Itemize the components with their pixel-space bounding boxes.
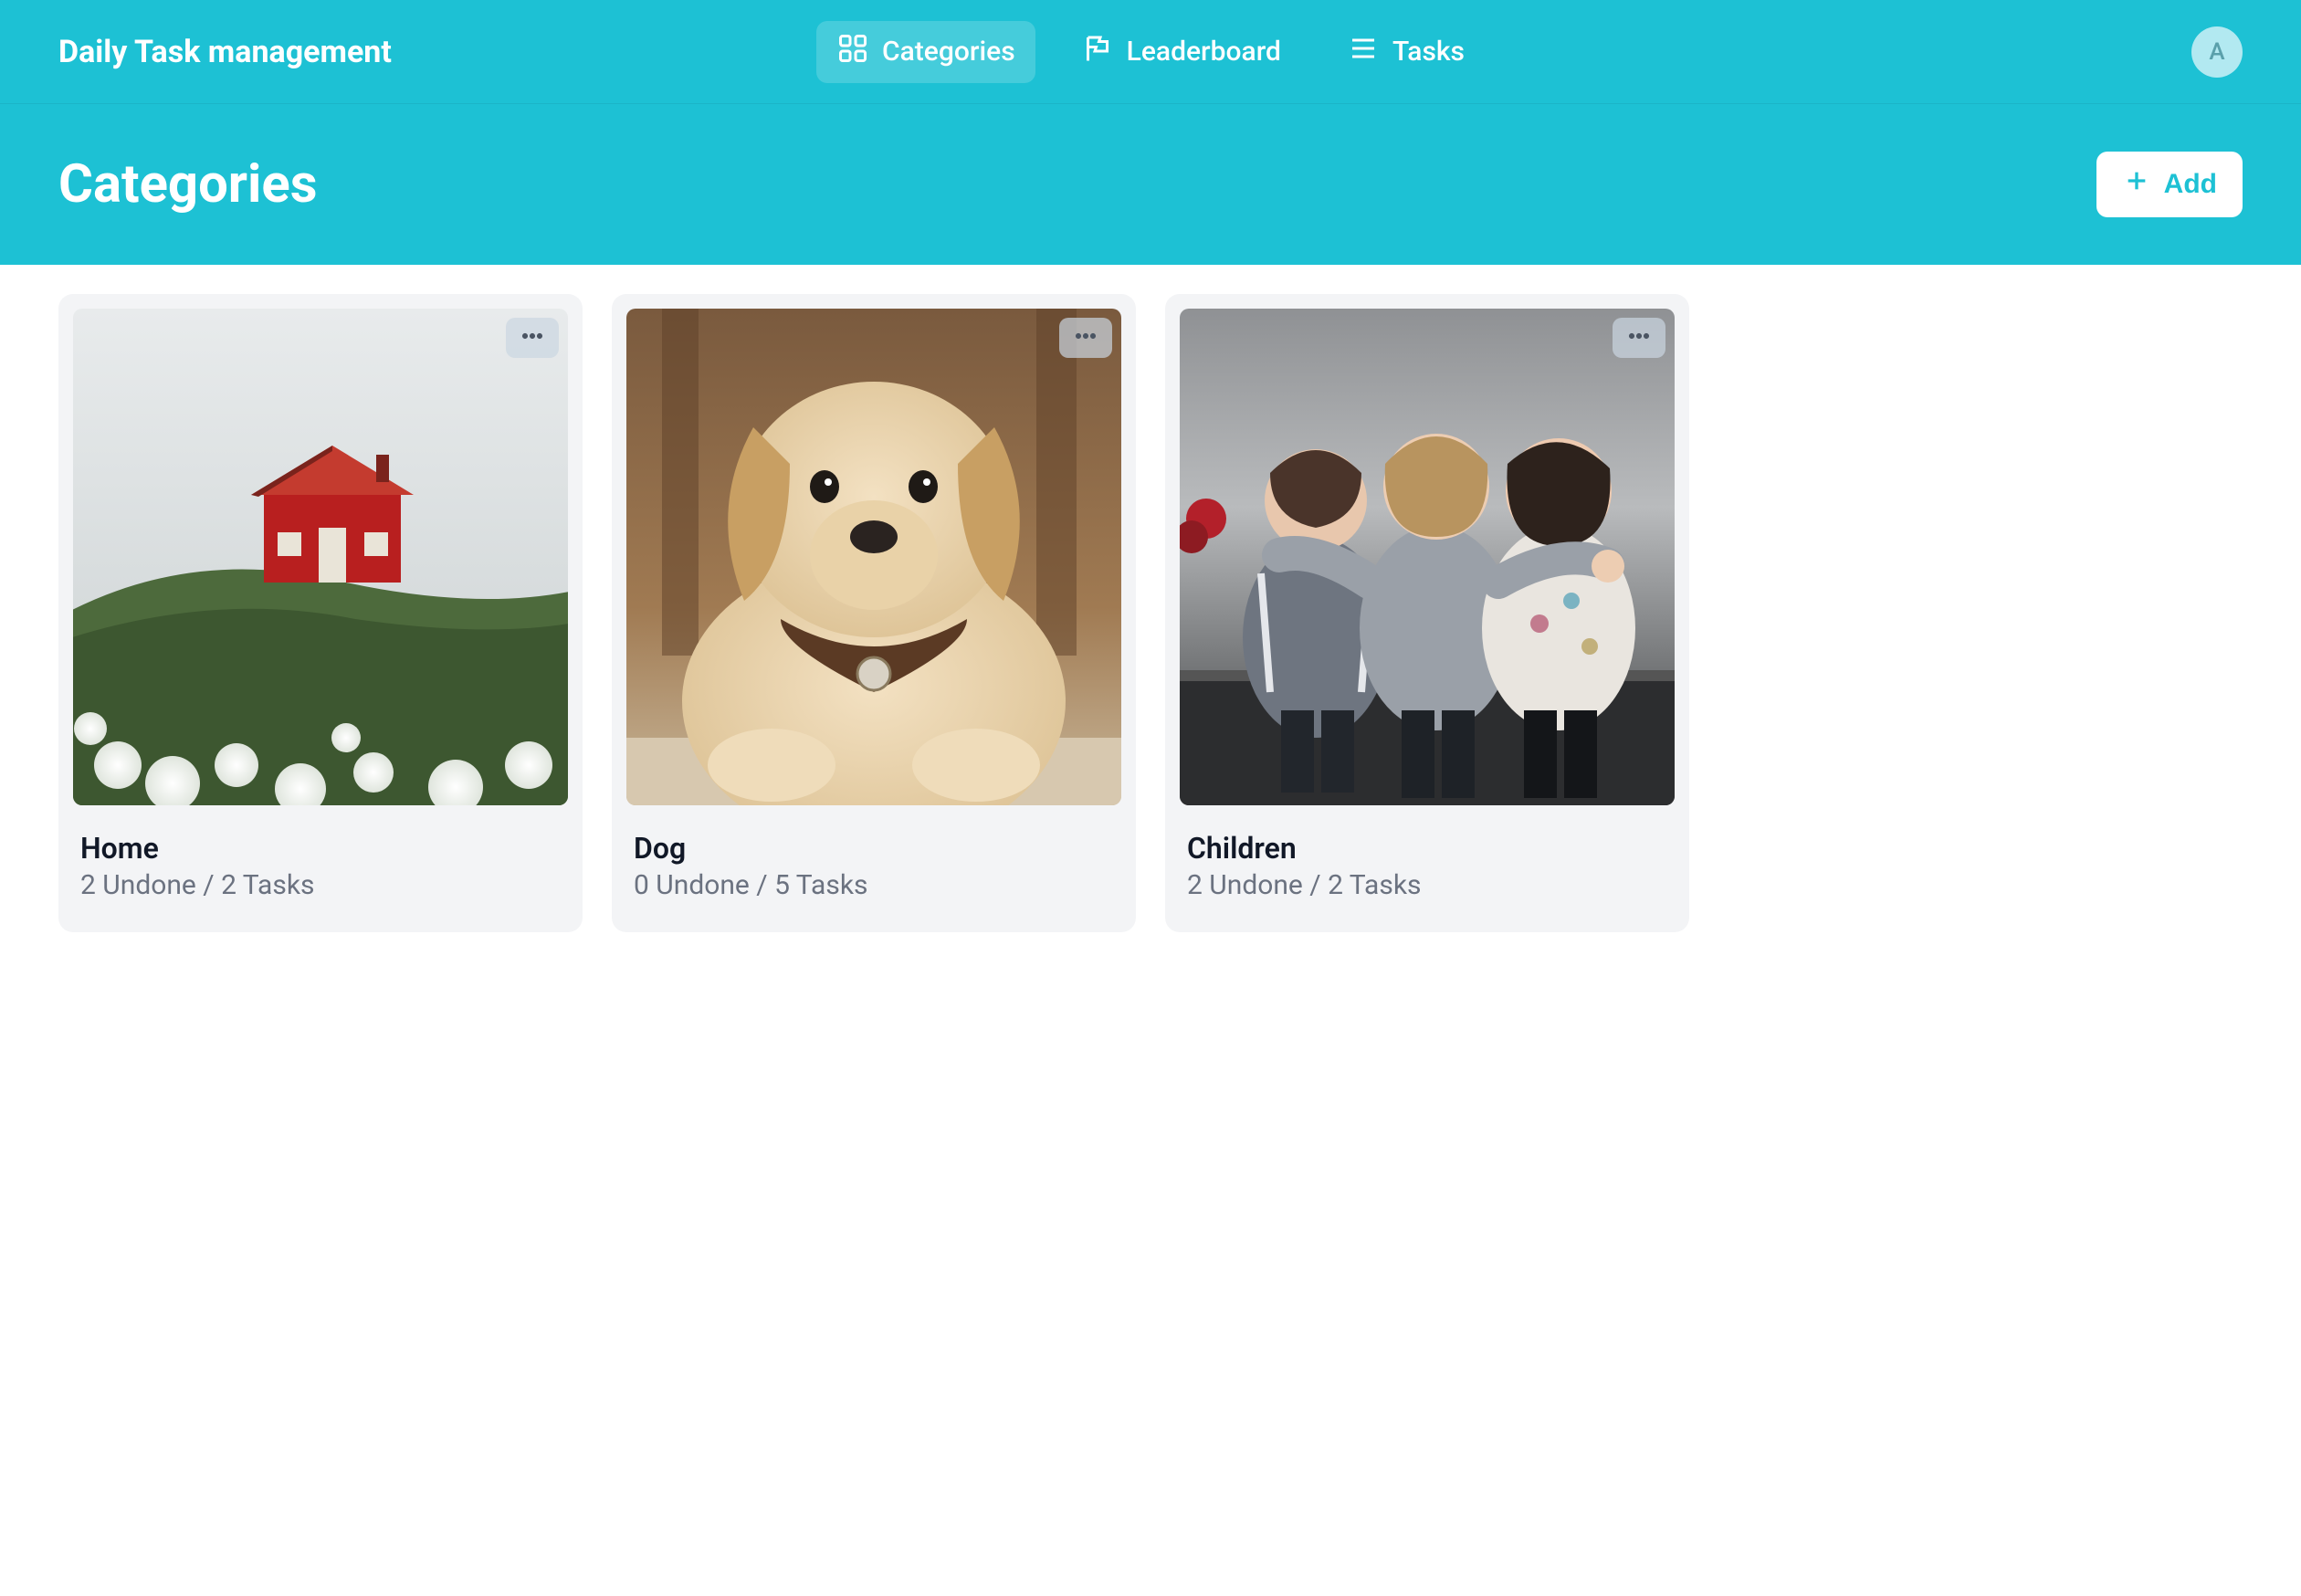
nav-leaderboard[interactable]: Leaderboard [1061,21,1301,83]
card-body: Children 2 Undone / 2 Tasks [1180,805,1675,918]
card-image [1180,309,1675,805]
nav-categories[interactable]: Categories [816,21,1035,83]
card-menu-button[interactable] [506,318,559,358]
flag-icon [1081,32,1114,72]
subheader: Categories Add [0,104,2301,265]
grid-icon [836,32,869,72]
category-grid: Home 2 Undone / 2 Tasks [0,265,2301,961]
menu-icon [1347,32,1380,72]
add-button-label: Add [2164,169,2217,200]
card-subtitle: 2 Undone / 2 Tasks [1187,869,1667,901]
avatar[interactable]: A [2191,26,2243,78]
nav-label: Categories [882,36,1015,68]
category-card-children[interactable]: Children 2 Undone / 2 Tasks [1165,294,1689,932]
header-bar: Daily Task management Categories Leaderb… [0,0,2301,104]
card-image [73,309,568,805]
card-menu-button[interactable] [1059,318,1112,358]
card-subtitle: 0 Undone / 5 Tasks [634,869,1114,901]
page-title: Categories [58,153,318,215]
category-card-dog[interactable]: Dog 0 Undone / 5 Tasks [612,294,1136,932]
plus-icon [2122,166,2151,203]
card-body: Dog 0 Undone / 5 Tasks [626,805,1121,918]
nav-tasks[interactable]: Tasks [1327,21,1485,83]
ellipsis-icon [518,321,547,354]
nav-label: Tasks [1392,36,1465,68]
app-title: Daily Task management [58,34,392,70]
card-menu-button[interactable] [1613,318,1665,358]
nav: Categories Leaderboard Tasks [816,21,1485,83]
card-subtitle: 2 Undone / 2 Tasks [80,869,561,901]
ellipsis-icon [1624,321,1654,354]
card-title: Children [1187,831,1667,866]
card-title: Dog [634,831,1114,866]
card-title: Home [80,831,561,866]
category-card-home[interactable]: Home 2 Undone / 2 Tasks [58,294,583,932]
card-body: Home 2 Undone / 2 Tasks [73,805,568,918]
add-button[interactable]: Add [2096,152,2243,217]
nav-label: Leaderboard [1127,36,1281,68]
card-image [626,309,1121,805]
ellipsis-icon [1071,321,1100,354]
